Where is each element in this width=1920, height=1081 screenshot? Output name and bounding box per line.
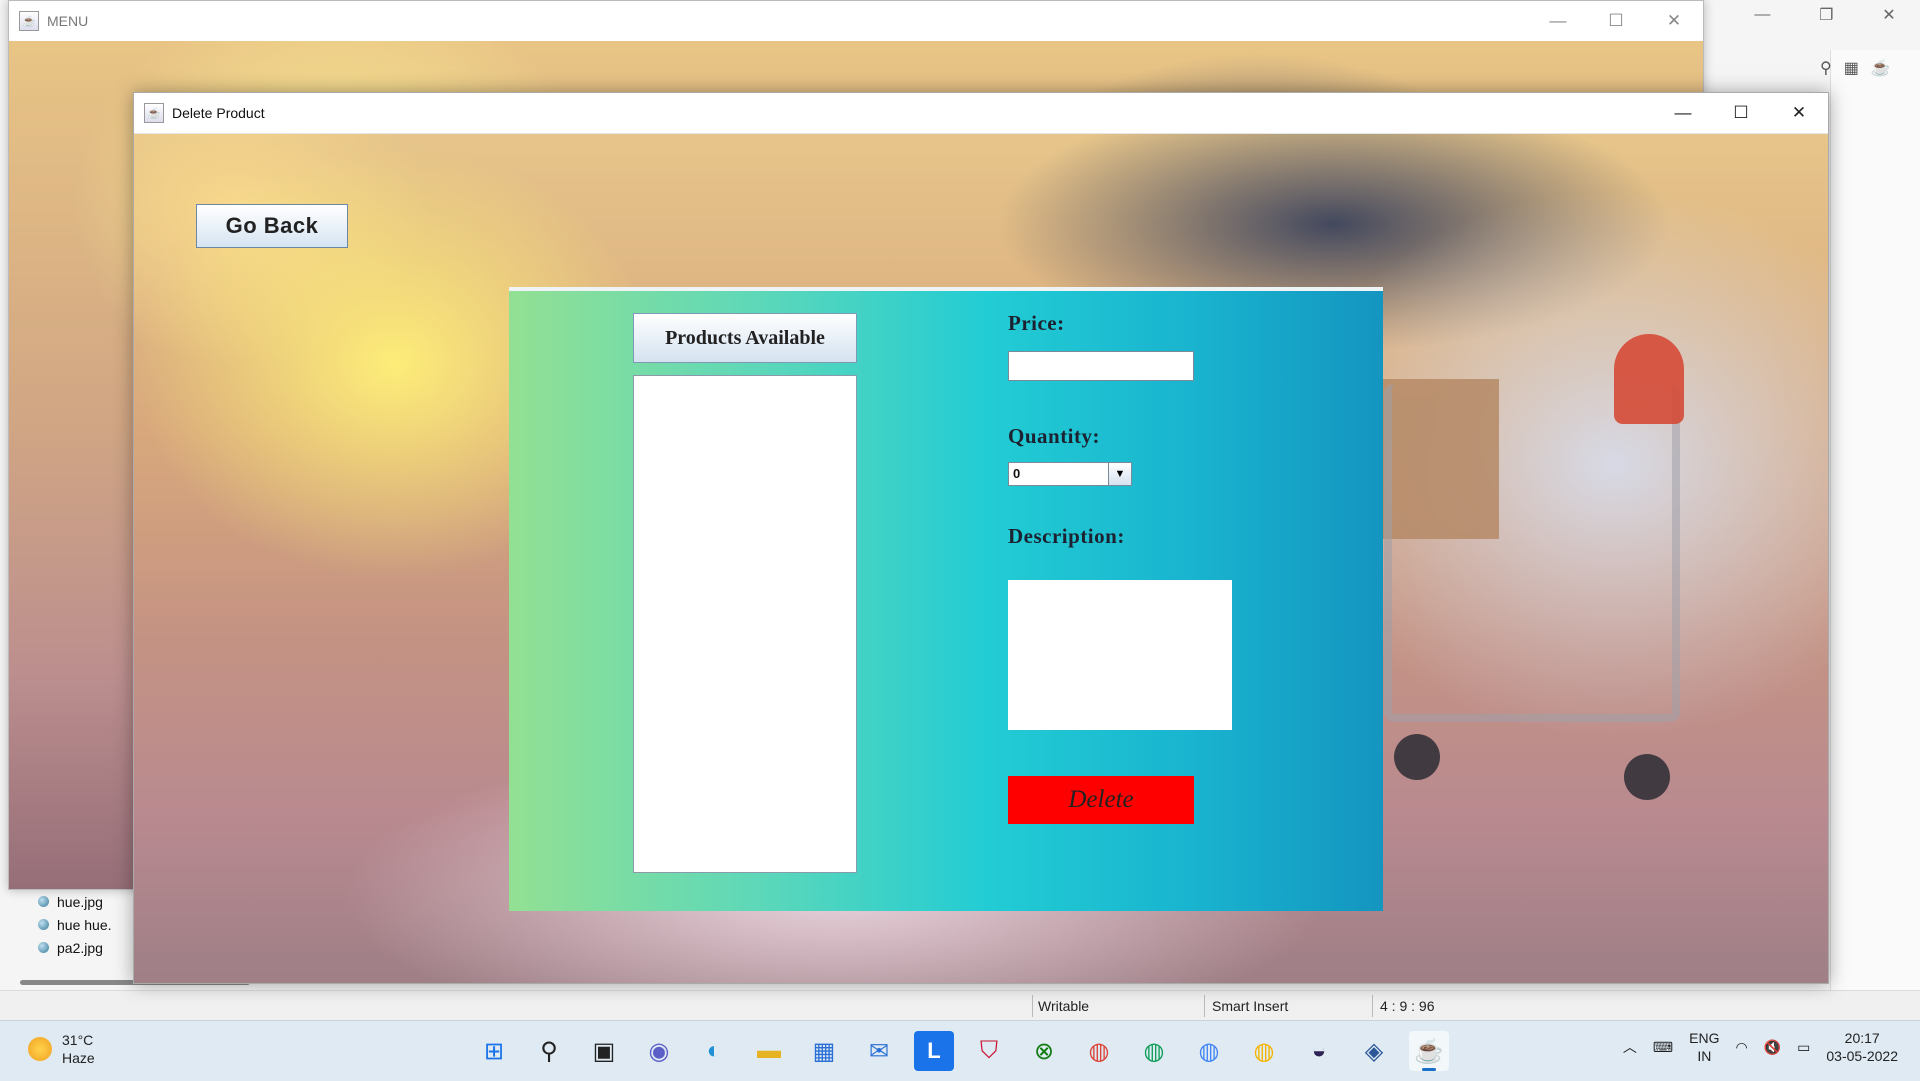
chrome-icon[interactable]: ◍: [1079, 1031, 1119, 1071]
delete-product-window: ☕ Delete Product — ☐ ✕ Go Back Products …: [133, 92, 1829, 984]
description-label: Description:: [1008, 524, 1125, 548]
search-icon[interactable]: ⚲: [1820, 58, 1832, 78]
ide-status-bar: Writable Smart Insert 4 : 9 : 96: [0, 990, 1920, 1021]
menu-window-title: MENU: [47, 13, 89, 29]
eclipse-icon[interactable]: ◒: [1299, 1031, 1339, 1071]
delete-product-titlebar[interactable]: ☕ Delete Product — ☐ ✕: [134, 93, 1828, 134]
maximize-button[interactable]: ☐: [1712, 93, 1770, 133]
task-view-icon[interactable]: ▣: [584, 1031, 624, 1071]
volume-muted-icon[interactable]: 🔇: [1764, 1039, 1781, 1056]
window-title: Delete Product: [172, 105, 265, 121]
list-item[interactable]: hue hue.: [38, 913, 112, 936]
xbox-icon[interactable]: ⊗: [1024, 1031, 1064, 1071]
battery-icon[interactable]: ▭: [1797, 1039, 1810, 1056]
cart-wheel-image: [1394, 734, 1440, 780]
quantity-value: 0: [1013, 466, 1021, 481]
package-explorer: hue.jpg hue hue. pa2.jpg: [38, 890, 112, 959]
java-app-icon[interactable]: ☕: [1409, 1031, 1449, 1071]
status-separator: [1372, 995, 1373, 1017]
taskbar: 31°C Haze ⊞ ⚲ ▣ ◉ ◐ ▬ ▦ ✉ L ⛉ ⊗ ◍ ◍ ◍ ◍ …: [0, 1020, 1920, 1081]
clock[interactable]: 20:17 03-05-2022: [1826, 1029, 1898, 1065]
quantity-label: Quantity:: [1008, 424, 1101, 448]
java-icon: ☕: [144, 103, 164, 123]
close-button[interactable]: ✕: [1770, 93, 1828, 133]
menu-titlebar[interactable]: ☕ MENU — ☐ ✕: [9, 1, 1703, 41]
status-cursor-position: 4 : 9 : 96: [1380, 998, 1435, 1014]
java-icon: ☕: [19, 11, 39, 31]
quantity-dropdown[interactable]: 0 ▼: [1008, 462, 1132, 486]
price-input[interactable]: [1008, 351, 1194, 381]
chevron-down-icon[interactable]: ▼: [1108, 463, 1131, 485]
perspective-icon[interactable]: ▦: [1844, 58, 1859, 78]
system-tray: ︿ ⌨ ENG IN ◠ 🔇 ▭ 20:17 03-05-2022: [1623, 1029, 1898, 1065]
minimize-icon[interactable]: —: [1754, 6, 1770, 24]
status-separator: [1204, 995, 1205, 1017]
launcher-l-icon[interactable]: L: [914, 1031, 954, 1071]
cart-handle-image: [1614, 334, 1684, 424]
cart-wheel-image: [1624, 754, 1670, 800]
maximize-button[interactable]: ☐: [1587, 1, 1645, 41]
clock-date: 03-05-2022: [1826, 1048, 1898, 1064]
delete-button[interactable]: Delete: [1008, 776, 1194, 824]
description-textarea[interactable]: [1008, 580, 1232, 730]
ide-right-panel: [1830, 50, 1920, 1010]
list-item[interactable]: hue.jpg: [38, 890, 112, 913]
status-separator: [1032, 995, 1033, 1017]
language-indicator[interactable]: ENG IN: [1689, 1029, 1719, 1065]
taskbar-apps: ⊞ ⚲ ▣ ◉ ◐ ▬ ▦ ✉ L ⛉ ⊗ ◍ ◍ ◍ ◍ ◒ ◈ ☕: [474, 1031, 1449, 1071]
products-list[interactable]: [633, 375, 857, 873]
start-icon[interactable]: ⊞: [474, 1031, 514, 1071]
go-back-button[interactable]: Go Back: [196, 204, 348, 248]
minimize-button[interactable]: —: [1529, 1, 1587, 41]
ide-toolbar: ⚲ ▦ ☕: [1820, 58, 1920, 78]
edge-icon[interactable]: ◐: [694, 1031, 734, 1071]
minimize-button[interactable]: —: [1654, 93, 1712, 133]
status-writable: Writable: [1038, 998, 1090, 1014]
file-icon: [38, 919, 49, 930]
weather-temperature: 31°C: [62, 1032, 94, 1048]
shopping-cart-image: [1384, 384, 1680, 722]
store-icon[interactable]: ▦: [804, 1031, 844, 1071]
background-image: Go Back Products Available Price: Quanti…: [134, 134, 1828, 983]
chevron-up-icon[interactable]: ︿: [1623, 1037, 1637, 1057]
status-insert-mode: Smart Insert: [1212, 998, 1289, 1014]
list-item[interactable]: pa2.jpg: [38, 936, 112, 959]
clock-time: 20:17: [1844, 1030, 1880, 1046]
search-icon[interactable]: ⚲: [529, 1031, 569, 1071]
ide-window-controls: — ❐ ✕: [1730, 0, 1920, 30]
netbeans-icon[interactable]: ◈: [1354, 1031, 1394, 1071]
weather-widget[interactable]: 31°C Haze: [28, 1031, 95, 1067]
file-explorer-icon[interactable]: ▬: [749, 1031, 789, 1071]
java-perspective-icon[interactable]: ☕: [1871, 58, 1891, 78]
mcafee-icon[interactable]: ⛉: [969, 1031, 1009, 1071]
price-label: Price:: [1008, 311, 1065, 335]
chrome-profile-icon[interactable]: ◍: [1134, 1031, 1174, 1071]
keyboard-icon[interactable]: ⌨: [1653, 1039, 1673, 1056]
teams-chat-icon[interactable]: ◉: [639, 1031, 679, 1071]
region-code: IN: [1697, 1048, 1712, 1064]
file-icon: [38, 896, 49, 907]
weather-description: Haze: [62, 1050, 95, 1066]
weather-sun-icon: [28, 1037, 52, 1061]
chrome-profile-icon[interactable]: ◍: [1189, 1031, 1229, 1071]
close-button[interactable]: ✕: [1645, 1, 1703, 41]
products-available-button[interactable]: Products Available: [633, 313, 857, 363]
file-icon: [38, 942, 49, 953]
restore-icon[interactable]: ❐: [1819, 5, 1833, 25]
mail-icon[interactable]: ✉: [859, 1031, 899, 1071]
wifi-icon[interactable]: ◠: [1735, 1039, 1747, 1056]
close-icon[interactable]: ✕: [1882, 5, 1895, 25]
chrome-profile-icon[interactable]: ◍: [1244, 1031, 1284, 1071]
language-code: ENG: [1689, 1030, 1720, 1046]
form-panel: Products Available Price: Quantity: 0 ▼ …: [509, 287, 1383, 911]
